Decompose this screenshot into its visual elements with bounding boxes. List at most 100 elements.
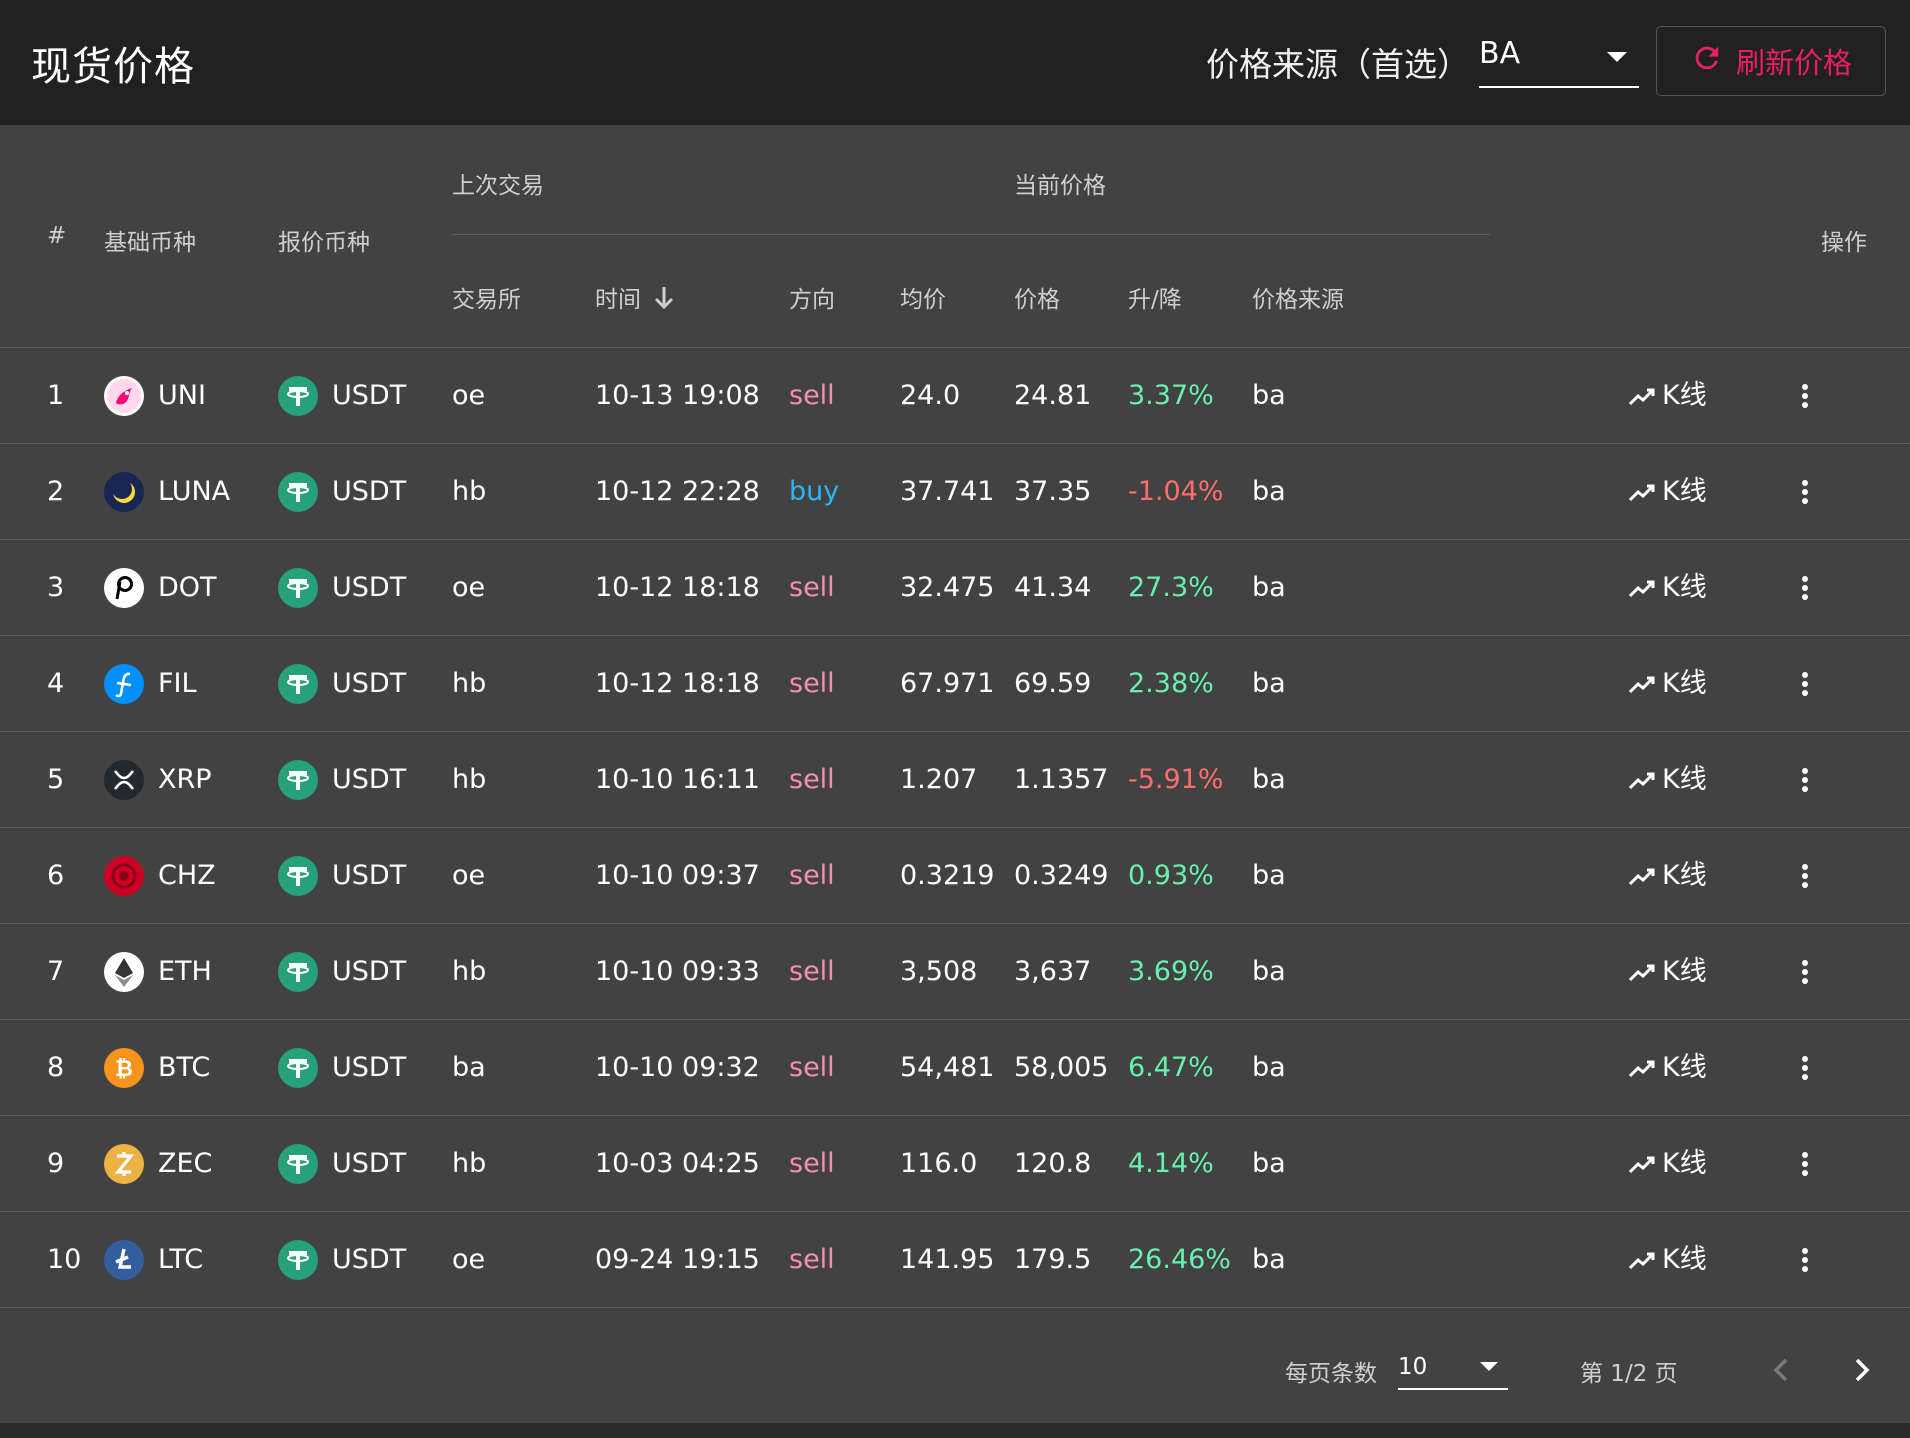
kline-button[interactable]: K线 [1628, 1020, 1707, 1116]
base-currency-symbol: FIL [158, 668, 197, 699]
price-source-select[interactable]: BA [1479, 30, 1639, 88]
usdt-coin-icon [278, 1048, 318, 1088]
table-row: 2 LUNA USDT hb 10-12 22:28 buy 37.741 37… [0, 444, 1910, 540]
more-actions-button[interactable] [1790, 924, 1820, 1020]
kline-button[interactable]: K线 [1628, 924, 1707, 1020]
more-vertical-icon [1800, 479, 1810, 505]
kline-button[interactable]: K线 [1628, 636, 1707, 732]
refresh-price-button[interactable]: 刷新价格 [1656, 26, 1886, 96]
trade-direction: sell [789, 572, 835, 603]
avg-price: 24.0 [900, 380, 961, 411]
header-change: 升/降 [1128, 287, 1182, 313]
exchange: oe [452, 860, 486, 891]
header-price: 价格 [1014, 287, 1060, 313]
more-actions-button[interactable] [1790, 732, 1820, 828]
current-price: 41.34 [1014, 572, 1092, 603]
trade-direction: sell [789, 1052, 835, 1083]
quote-currency: USDT [278, 540, 406, 636]
trending-up-icon [1628, 961, 1656, 983]
base-currency: ETH [104, 924, 212, 1020]
quote-currency: USDT [278, 828, 406, 924]
more-actions-button[interactable] [1790, 636, 1820, 732]
trade-direction: sell [789, 956, 835, 987]
base-currency: ZEC [104, 1116, 212, 1212]
exchange: ba [452, 1052, 486, 1083]
avg-price: 54,481 [900, 1052, 995, 1083]
avg-price: 0.3219 [900, 860, 995, 891]
quote-currency: USDT [278, 1212, 406, 1308]
refresh-icon [1690, 41, 1724, 82]
previous-page-button[interactable] [1762, 1350, 1802, 1390]
more-actions-button[interactable] [1790, 1020, 1820, 1116]
rows-per-page-value: 10 [1398, 1354, 1428, 1380]
next-page-button[interactable] [1841, 1350, 1881, 1390]
kline-button[interactable]: K线 [1628, 1116, 1707, 1212]
header-price-source: 价格来源 [1252, 287, 1344, 313]
price-source: ba [1252, 956, 1286, 987]
trade-direction: sell [789, 764, 835, 795]
more-actions-button[interactable] [1790, 1212, 1820, 1308]
price-source: ba [1252, 668, 1286, 699]
ltc-coin-icon [104, 1240, 144, 1280]
trade-direction: sell [789, 380, 835, 411]
row-index: 5 [47, 764, 65, 795]
price-change: 26.46% [1128, 1244, 1231, 1275]
quote-currency: USDT [278, 924, 406, 1020]
rows-per-page-select[interactable]: 10 [1398, 1344, 1508, 1390]
base-currency: UNI [104, 348, 206, 444]
trade-time: 10-12 18:18 [595, 668, 760, 699]
usdt-coin-icon [278, 760, 318, 800]
arrow-down-icon [653, 285, 675, 317]
header-time-sortable[interactable]: 时间 [595, 280, 675, 317]
usdt-coin-icon [278, 472, 318, 512]
row-index: 3 [47, 572, 65, 603]
trade-time: 10-12 22:28 [595, 476, 760, 507]
kline-button[interactable]: K线 [1628, 732, 1707, 828]
price-source: ba [1252, 572, 1286, 603]
base-currency: CHZ [104, 828, 216, 924]
exchange: hb [452, 476, 487, 507]
usdt-coin-icon [278, 376, 318, 416]
more-actions-button[interactable] [1790, 828, 1820, 924]
trade-time: 10-03 04:25 [595, 1148, 760, 1179]
avg-price: 1.207 [900, 764, 978, 795]
dot-coin-icon [104, 568, 144, 608]
price-source: ba [1252, 764, 1286, 795]
kline-label: K线 [1662, 764, 1707, 795]
base-currency-symbol: BTC [158, 1052, 211, 1083]
base-currency: XRP [104, 732, 212, 828]
kline-button[interactable]: K线 [1628, 348, 1707, 444]
kline-button[interactable]: K线 [1628, 444, 1707, 540]
current-price: 120.8 [1014, 1148, 1092, 1179]
more-actions-button[interactable] [1790, 348, 1820, 444]
row-index: 6 [47, 860, 65, 891]
kline-button[interactable]: K线 [1628, 540, 1707, 636]
quote-currency: USDT [278, 1116, 406, 1212]
price-source: ba [1252, 860, 1286, 891]
more-actions-button[interactable] [1790, 444, 1820, 540]
kline-label: K线 [1662, 572, 1707, 603]
row-index: 8 [47, 1052, 65, 1083]
base-currency-symbol: ETH [158, 956, 212, 987]
header-exchange: 交易所 [452, 287, 521, 313]
chevron-right-icon [1855, 1358, 1870, 1382]
eth-coin-icon [104, 952, 144, 992]
price-change: 6.47% [1128, 1052, 1214, 1083]
kline-button[interactable]: K线 [1628, 828, 1707, 924]
trade-direction: sell [789, 1148, 835, 1179]
header-avg-price: 均价 [900, 287, 946, 313]
header-index: # [47, 223, 67, 249]
chevron-down-icon [1607, 52, 1627, 62]
price-source: ba [1252, 1244, 1286, 1275]
trending-up-icon [1628, 1057, 1656, 1079]
more-actions-button[interactable] [1790, 1116, 1820, 1212]
trade-direction: sell [789, 860, 835, 891]
quote-currency-symbol: USDT [332, 380, 407, 411]
exchange: hb [452, 764, 487, 795]
avg-price: 37.741 [900, 476, 995, 507]
kline-label: K线 [1662, 380, 1707, 411]
kline-button[interactable]: K线 [1628, 1212, 1707, 1308]
more-actions-button[interactable] [1790, 540, 1820, 636]
price-source-value: BA [1479, 36, 1521, 71]
header-direction: 方向 [789, 287, 835, 313]
